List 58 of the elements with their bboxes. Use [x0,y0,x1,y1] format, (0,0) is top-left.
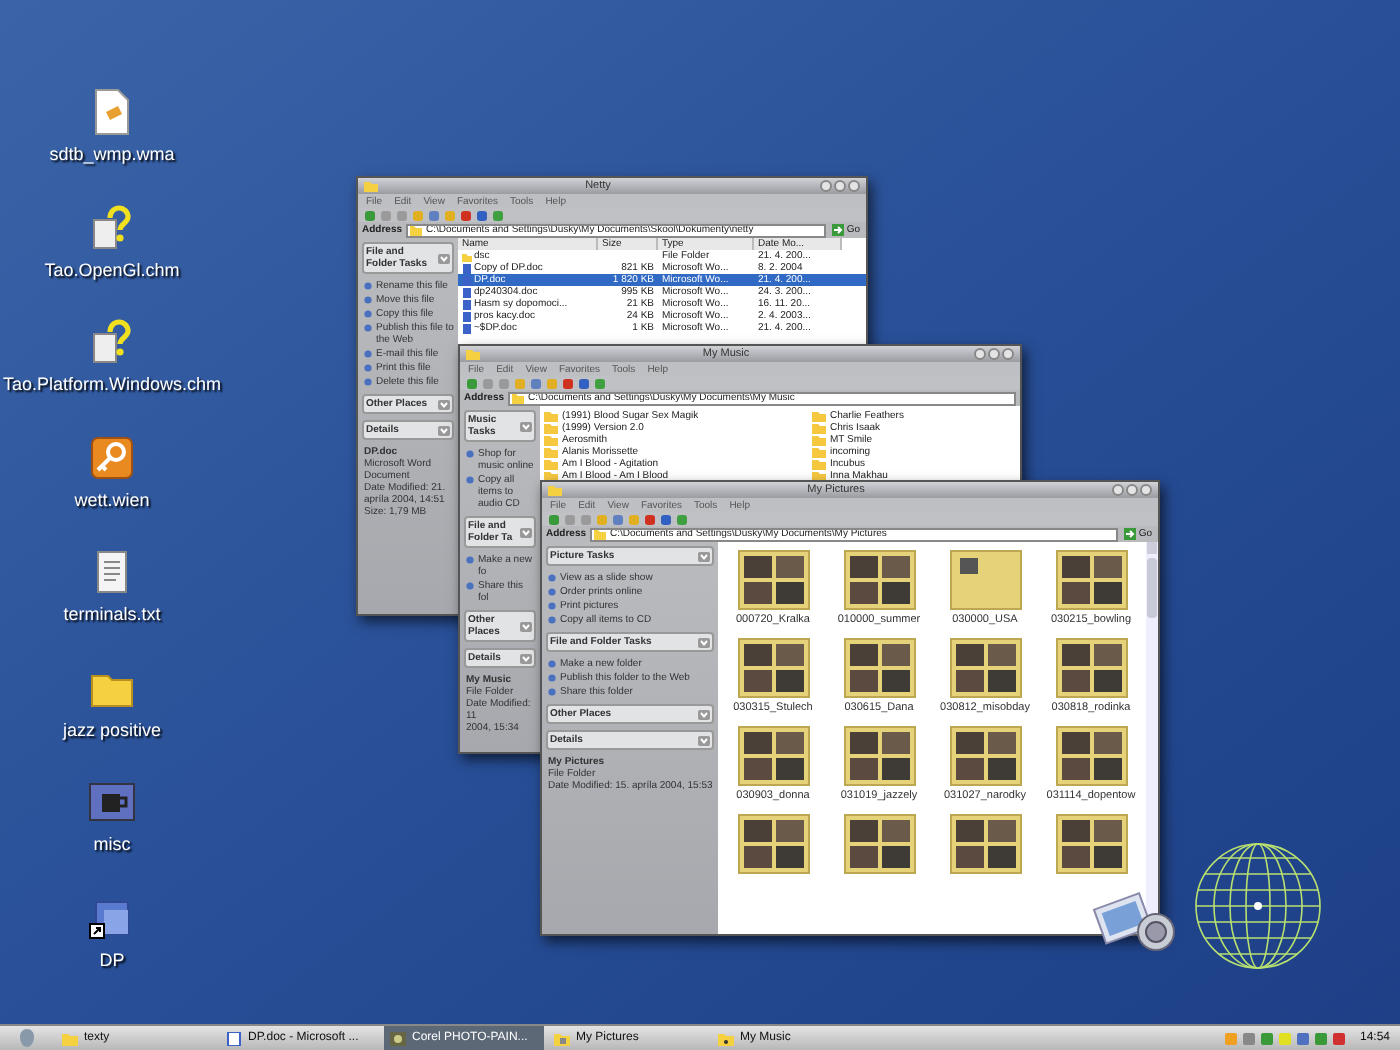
desktop-icon-label[interactable]: Tao.Platform.Windows.chm [2,372,222,399]
task-icon [466,450,474,458]
photo-folder-thumbnail [1055,550,1127,610]
photo-folder-thumbnail [843,638,915,698]
help-file-icon [87,318,136,366]
task-icon [466,476,474,484]
minimize-button[interactable] [1112,484,1124,496]
chevron-icon [438,399,450,409]
photo-folder-thumbnail [737,814,809,874]
desktop-icon-label[interactable]: Tao.OpenGl.chm [44,257,180,284]
desktop-icon-label[interactable]: DP [99,947,125,974]
close-button[interactable] [1140,484,1152,496]
photo-folder-thumbnail [843,726,915,786]
chevron-icon [698,709,710,719]
photo-folder-thumbnail [737,550,809,610]
chevron-icon [520,421,532,431]
help-file-icon [88,203,136,251]
maximize-button[interactable] [988,348,1000,360]
desktop-icon-label[interactable]: sdtb_wmp.wma [49,142,175,169]
wireframe-globe-drawing [1194,842,1322,970]
desktop-icon-label[interactable]: jazz positive [62,717,162,744]
close-button[interactable] [848,180,860,192]
photo-folder-thumbnail [737,638,809,698]
document-icon [226,1031,242,1045]
desktop-icon-label[interactable]: misc [93,832,131,859]
task-icon [466,556,474,564]
photo-folder-thumbnail [949,726,1021,786]
key-icon [88,433,136,481]
chevron-icon [698,637,710,647]
folder-icon [62,1031,78,1045]
photo-folder-thumbnail [843,550,915,610]
paint-app-icon [390,1031,406,1045]
maximize-button[interactable] [834,180,846,192]
minimize-button[interactable] [820,180,832,192]
photo-folder-thumbnail [1055,814,1127,874]
photo-folder-thumbnail [843,814,915,874]
desktop-icon-label[interactable]: wett.wien [74,487,150,514]
chevron-icon [520,527,532,537]
desktop-icon-label[interactable]: terminals.txt [63,602,161,629]
photo-folder-thumbnail [949,638,1021,698]
chevron-icon [698,551,710,561]
maximize-button[interactable] [1126,484,1138,496]
task-icon [466,582,474,590]
music-folder-icon [718,1031,734,1045]
photo-folder-thumbnail [949,550,1021,610]
photo-folder-thumbnail [1055,638,1127,698]
mug-icon [88,778,136,826]
photo-folder-thumbnail [1055,726,1127,786]
pictures-folder-icon [554,1031,570,1045]
close-button[interactable] [1002,348,1014,360]
chevron-icon [438,253,450,263]
photo-folder-thumbnail [737,726,809,786]
minimize-button[interactable] [974,348,986,360]
chevron-icon [520,621,532,631]
chevron-icon [520,653,532,663]
photo-folder-thumbnail [949,814,1021,874]
chevron-icon [698,735,710,745]
chevron-icon [438,425,450,435]
